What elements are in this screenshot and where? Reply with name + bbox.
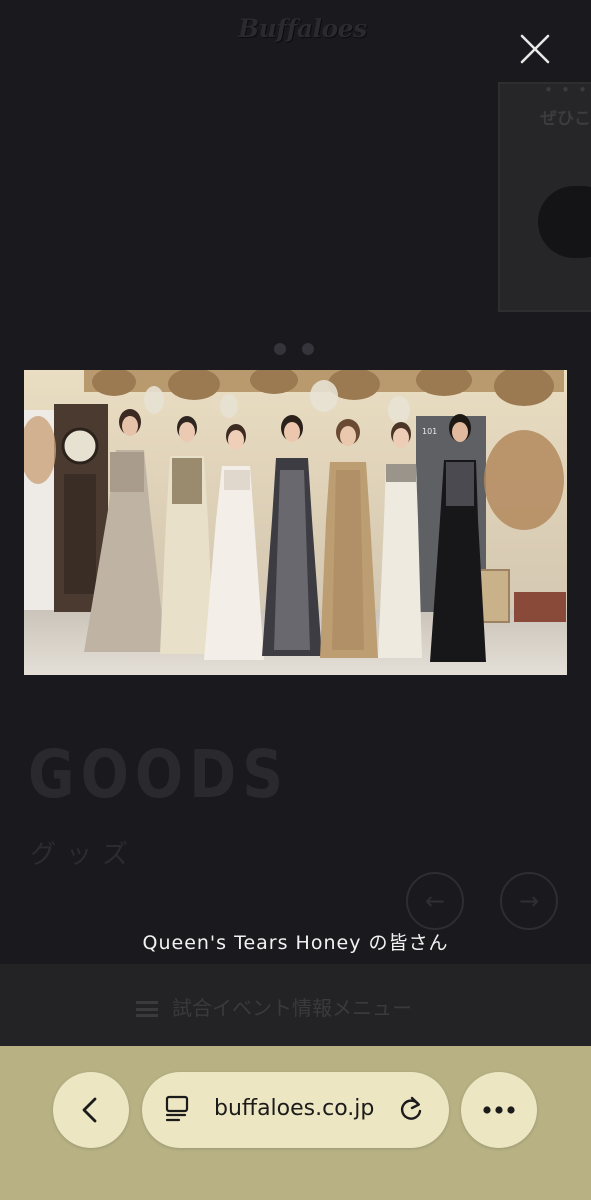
background-card-text: ぜひこ — [540, 109, 591, 129]
close-icon — [520, 34, 550, 64]
event-menu-label: 試合イベント情報メニュー — [172, 996, 412, 1020]
door-number: 101 — [422, 427, 437, 436]
reload-icon[interactable] — [396, 1094, 426, 1124]
carousel-dots — [274, 343, 314, 355]
arrow-left-icon: ← — [406, 872, 464, 930]
more-button[interactable] — [461, 1072, 537, 1148]
background-card-text-top: ・・・ — [540, 81, 591, 101]
more-icon — [483, 1106, 515, 1114]
event-menu: 試合イベント情報メニュー — [136, 992, 412, 1021]
carousel-dot — [274, 343, 286, 355]
back-button[interactable] — [53, 1072, 129, 1148]
goods-heading-jp: グッズ — [30, 840, 139, 870]
close-button[interactable] — [512, 26, 558, 72]
buffaloes-logo: Buffaloes — [238, 14, 367, 43]
background-card: ・・・ ぜひこ — [498, 81, 591, 312]
arrow-right-icon: → — [500, 872, 558, 930]
address-bar[interactable]: buffaloes.co.jp — [142, 1072, 449, 1148]
hamburger-icon — [136, 1001, 158, 1017]
group-photo-image: 101 — [24, 370, 567, 675]
tab-overview-icon[interactable] — [164, 1094, 194, 1124]
browser-toolbar: buffaloes.co.jp — [0, 1046, 591, 1200]
url-text: buffaloes.co.jp — [214, 1096, 375, 1121]
photo-caption: Queen's Tears Honey の皆さん — [142, 932, 449, 954]
carousel-dot — [302, 343, 314, 355]
goods-heading: GOODS — [28, 736, 290, 813]
chevron-left-icon — [82, 1097, 97, 1123]
background-card-button — [538, 186, 591, 258]
group-photo: 101 — [24, 370, 567, 675]
